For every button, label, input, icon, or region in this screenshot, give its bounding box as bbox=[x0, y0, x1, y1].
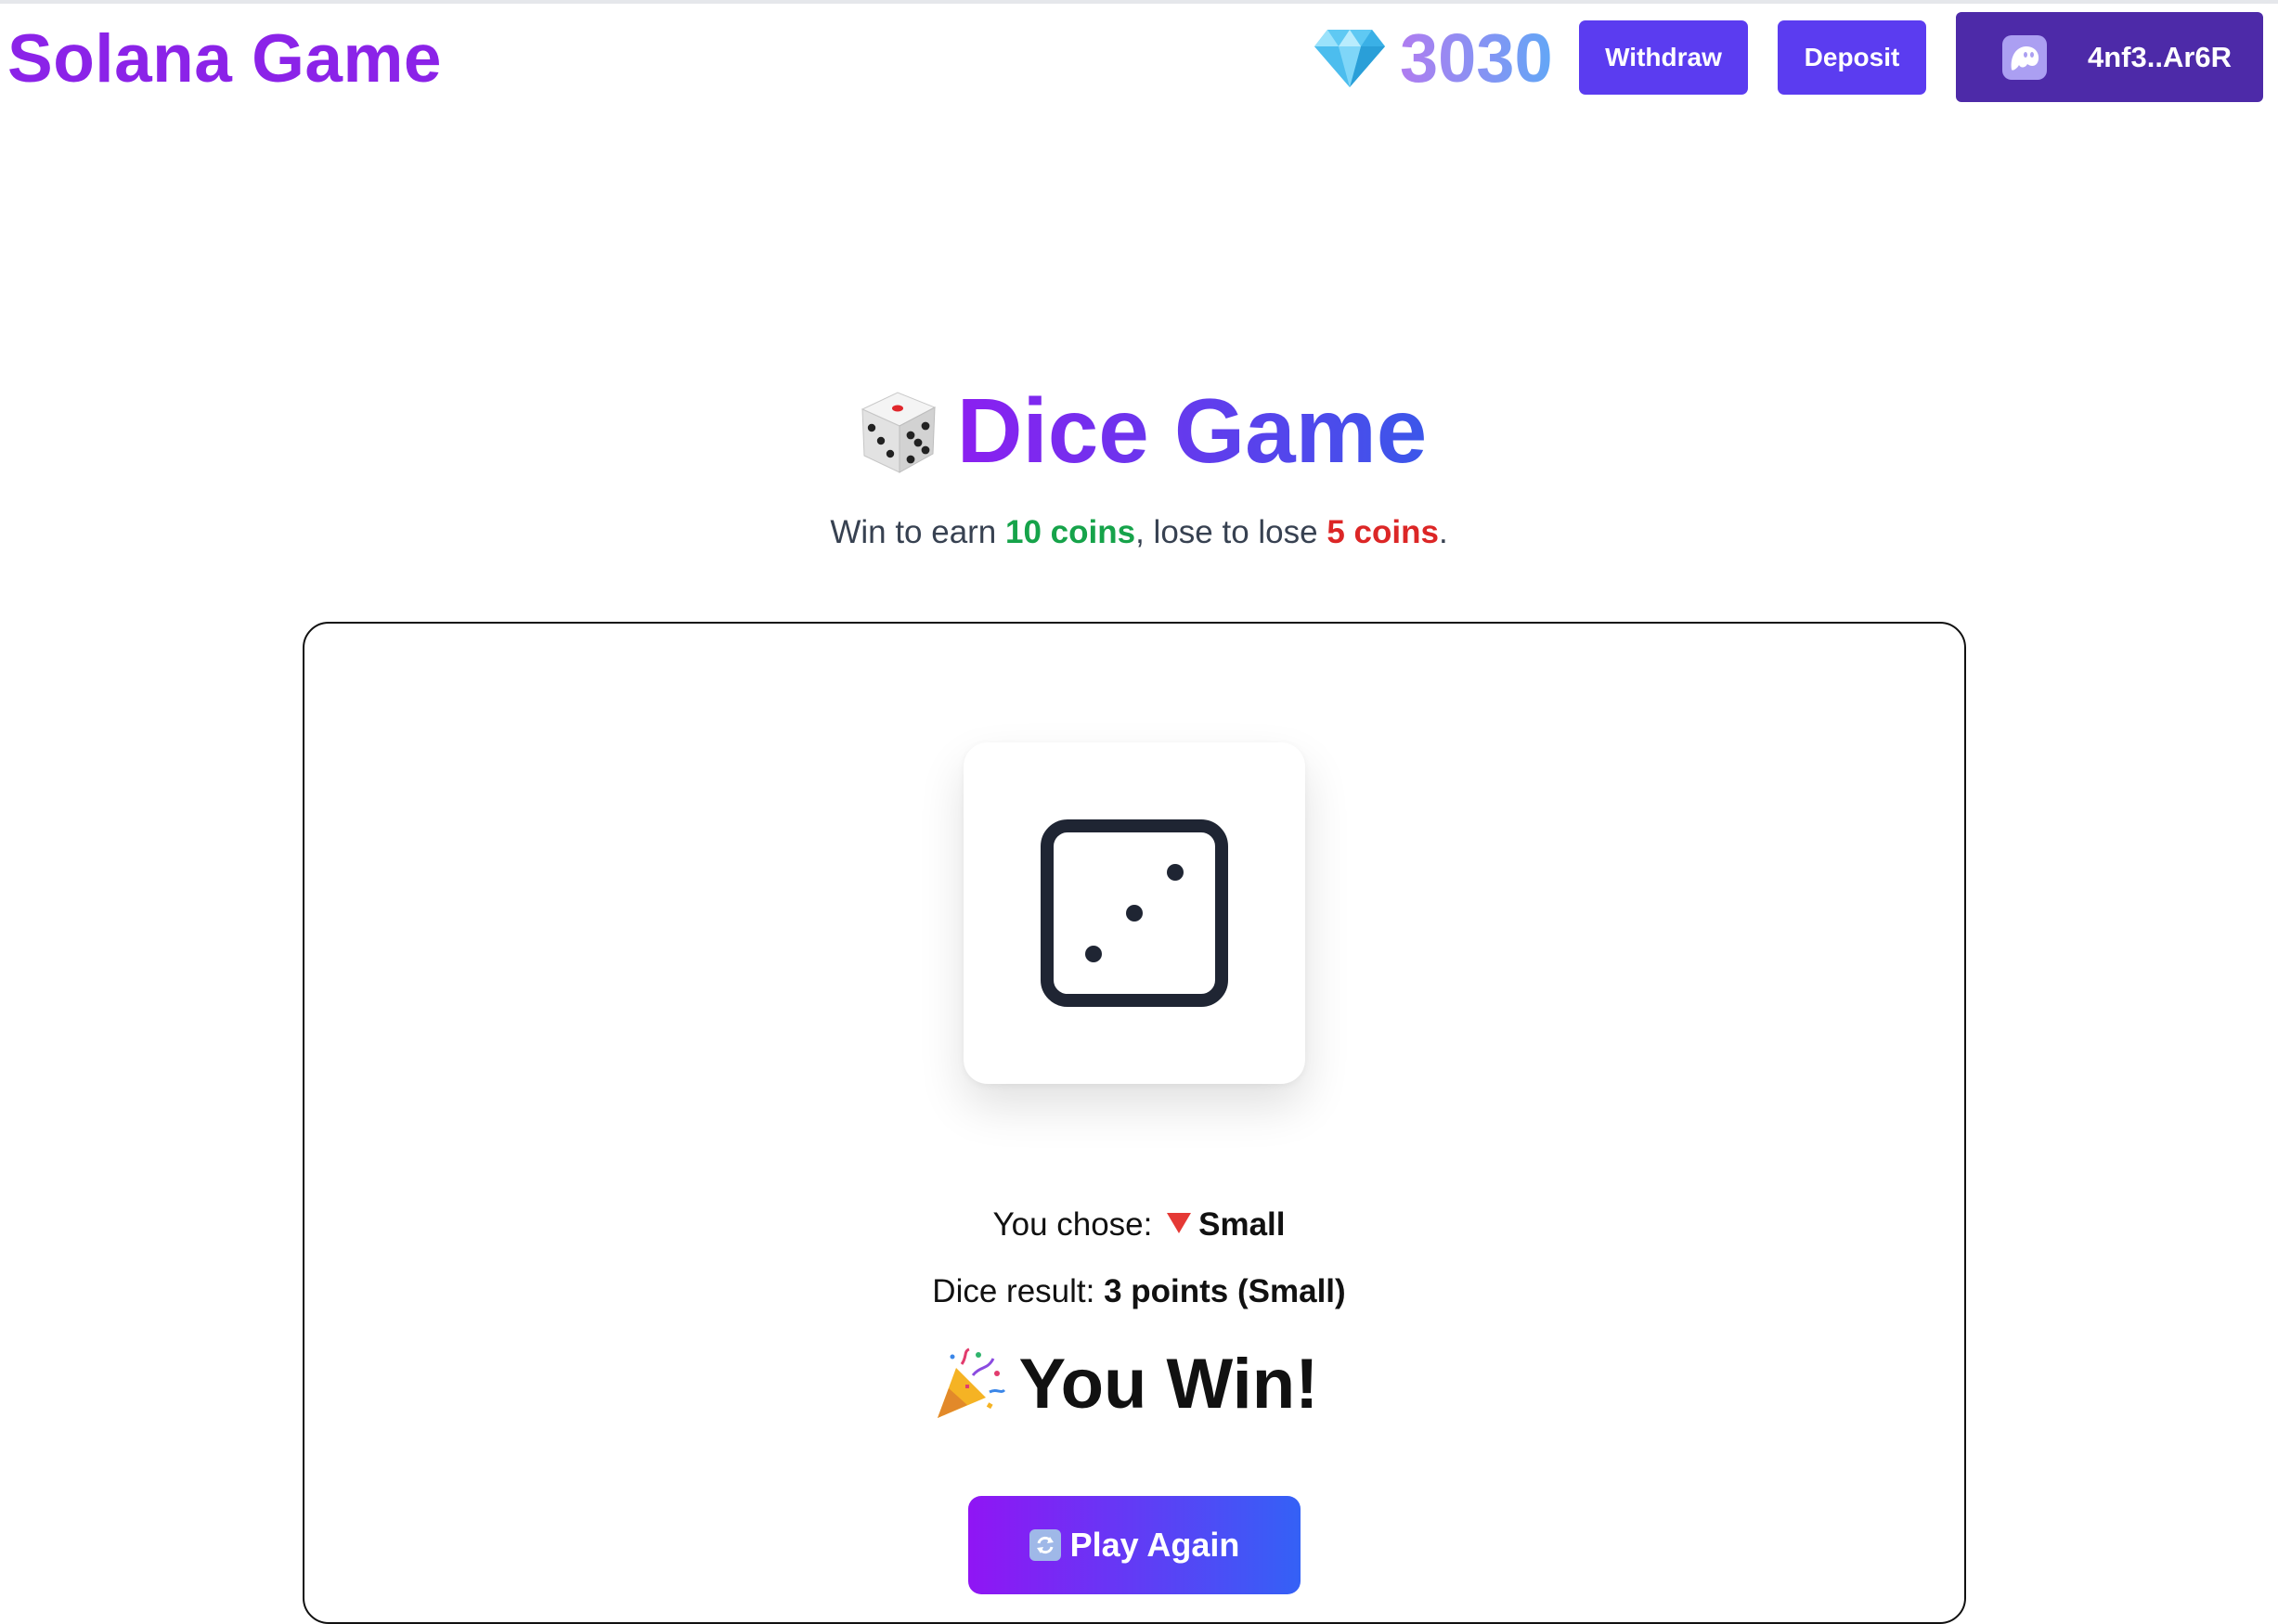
result-line: Dice result: 3 points (Small) bbox=[0, 1273, 2278, 1310]
refresh-icon bbox=[1029, 1529, 1061, 1561]
gem-icon bbox=[1314, 30, 1385, 87]
dice-pip bbox=[1126, 905, 1143, 922]
result-value: 3 points (Small) bbox=[1104, 1273, 1346, 1309]
play-again-button[interactable]: Play Again bbox=[968, 1496, 1301, 1594]
choice-label: You chose: bbox=[992, 1206, 1153, 1243]
title-row: Dice Game bbox=[0, 379, 2278, 483]
dice-face-icon bbox=[1041, 819, 1228, 1007]
dice-emoji-icon bbox=[861, 391, 936, 473]
deposit-button[interactable]: Deposit bbox=[1778, 20, 1926, 95]
rules-middle: , lose to lose bbox=[1135, 514, 1327, 550]
phantom-ghost-icon bbox=[2002, 34, 2047, 80]
party-popper-icon bbox=[937, 1347, 1005, 1418]
choice-value: Small bbox=[1198, 1206, 1286, 1243]
brand-logo[interactable]: Solana Game bbox=[7, 20, 442, 97]
withdraw-button[interactable]: Withdraw bbox=[1579, 20, 1748, 95]
rules-prefix: Win to earn bbox=[830, 514, 1006, 550]
dice-pip bbox=[1085, 946, 1102, 962]
choice-line: You chose: Small bbox=[0, 1206, 2278, 1244]
outcome-text: You Win! bbox=[1018, 1345, 1319, 1424]
win-amount: 10 coins bbox=[1005, 514, 1136, 550]
dice-result-box bbox=[964, 742, 1305, 1084]
coin-balance: 3030 bbox=[1400, 19, 1553, 97]
wallet-button[interactable]: 4nf3..Ar6R bbox=[1956, 12, 2263, 102]
dice-pip bbox=[1167, 864, 1184, 881]
top-border bbox=[0, 0, 2278, 4]
down-triangle-icon bbox=[1167, 1213, 1192, 1233]
play-again-label: Play Again bbox=[1069, 1526, 1240, 1564]
lose-amount: 5 coins bbox=[1327, 514, 1439, 550]
outcome-row: You Win! bbox=[0, 1344, 2278, 1424]
rules-suffix: . bbox=[1438, 514, 1448, 550]
page-title: Dice Game bbox=[956, 380, 1428, 482]
result-label: Dice result: bbox=[932, 1273, 1095, 1309]
wallet-address: 4nf3..Ar6R bbox=[2088, 40, 2233, 73]
rules-text: Win to earn 10 coins, lose to lose 5 coi… bbox=[0, 514, 2278, 551]
